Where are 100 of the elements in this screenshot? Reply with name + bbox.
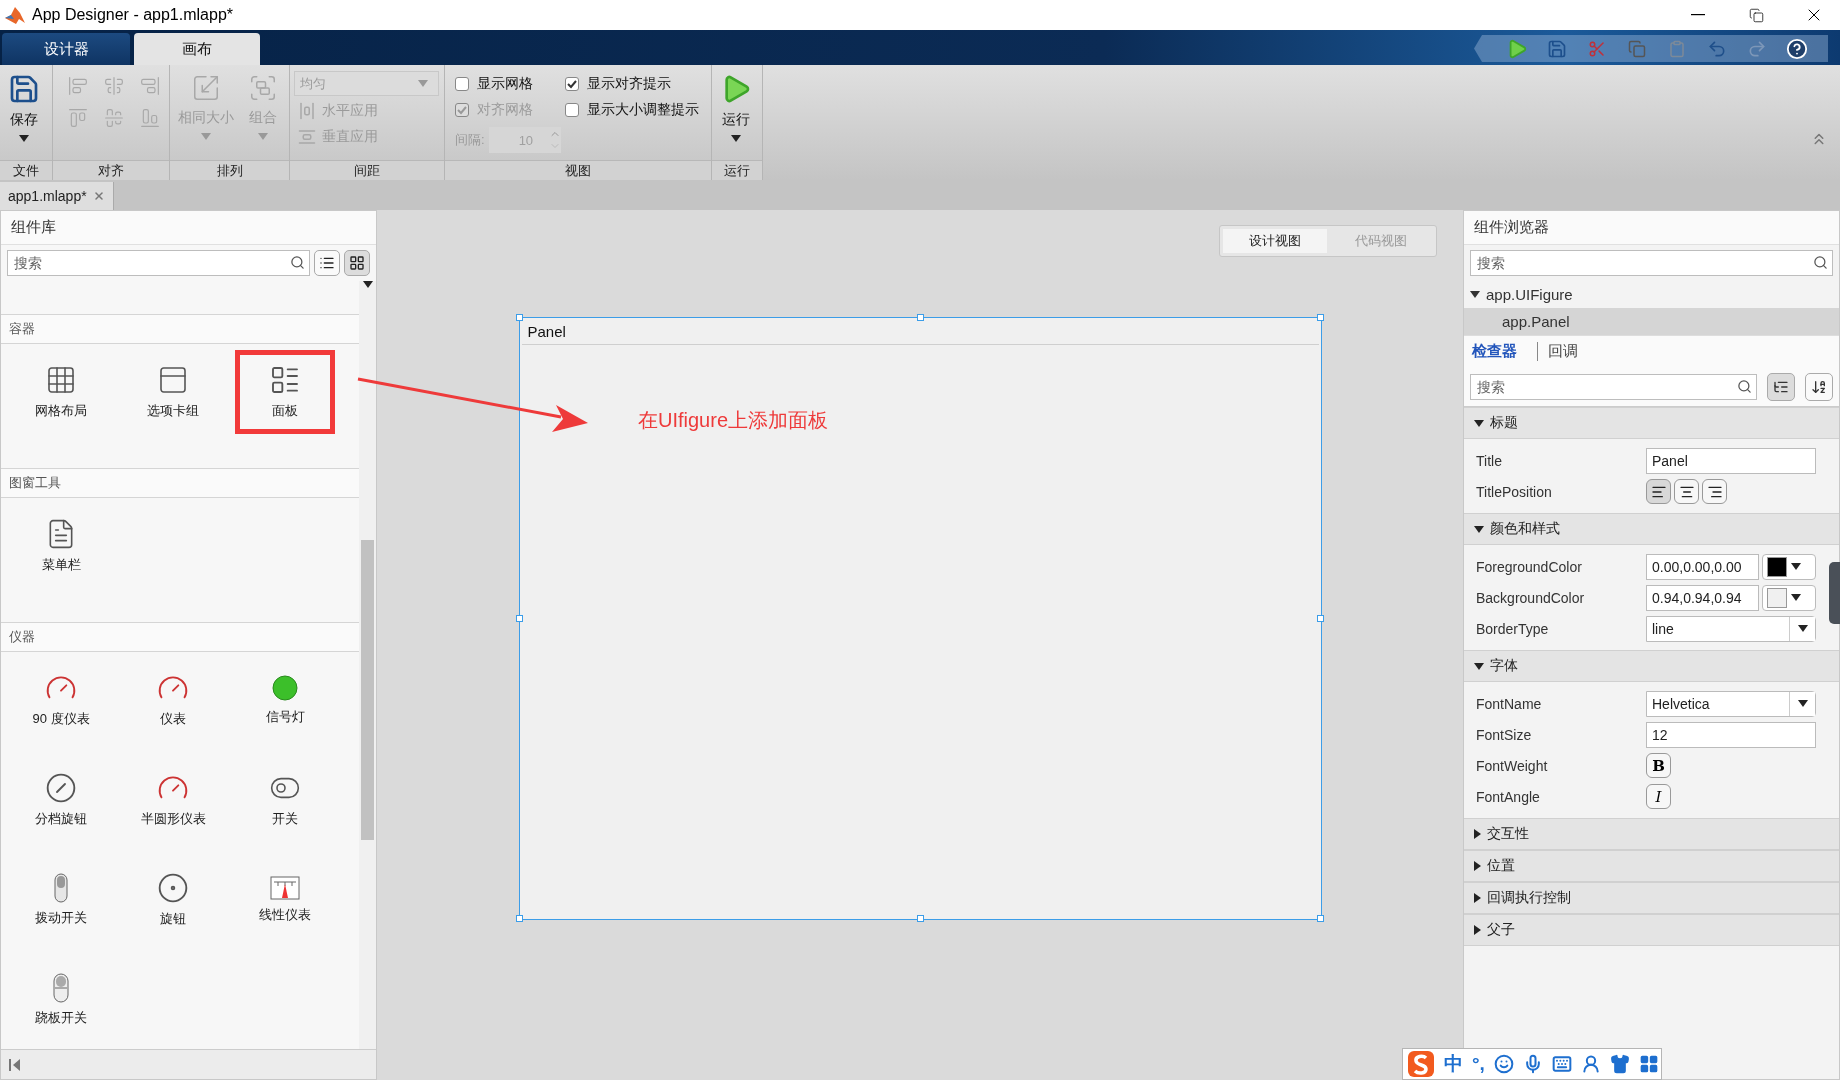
list-view-button[interactable]	[314, 250, 340, 276]
punctuation-mode[interactable]: °,	[1472, 1053, 1485, 1075]
component-item[interactable]: 90 度仪表	[11, 658, 111, 742]
checkbox[interactable]: 显示网格	[455, 75, 565, 93]
component-item[interactable]: 拨动开关	[11, 858, 111, 942]
text-field[interactable]: Panel	[1646, 447, 1816, 474]
resize-handle[interactable]	[1316, 615, 1324, 622]
collapse-icon[interactable]	[9, 1057, 21, 1072]
align-left-button[interactable]	[1646, 479, 1671, 504]
search-field[interactable]: 搜索	[1470, 250, 1833, 276]
text-field[interactable]: 0.00,0.00,0.00	[1646, 553, 1759, 580]
component-item[interactable]: 菜单栏	[11, 504, 111, 588]
tree-item[interactable]: app.Panel	[1464, 308, 1839, 335]
scrollbar[interactable]	[359, 281, 376, 1049]
run-button[interactable]: 运行	[716, 71, 756, 144]
vertical-spacing-icon	[298, 128, 316, 146]
section-header[interactable]: 字体	[1464, 650, 1839, 682]
group-label: 文件	[0, 160, 52, 180]
color-picker-button[interactable]	[1762, 584, 1816, 611]
component-item[interactable]: 旋钮	[123, 858, 223, 942]
group-view-button[interactable]	[1767, 372, 1795, 401]
inspector-tab[interactable]: 检查器	[1472, 342, 1527, 361]
view-toggle-button[interactable]: 设计视图	[1223, 229, 1327, 253]
align-right-icon	[140, 76, 160, 96]
group-label: 视图	[445, 160, 711, 180]
color-picker-button[interactable]	[1762, 553, 1816, 580]
section-header[interactable]: 标题	[1464, 407, 1839, 439]
resize-handle[interactable]	[515, 915, 523, 922]
caret-icon	[1474, 925, 1481, 935]
checkbox[interactable]: 显示对齐提示	[565, 75, 715, 93]
caret-icon	[1474, 662, 1484, 670]
align-center-icon	[104, 76, 124, 96]
component-item[interactable]: 选项卡组	[123, 350, 223, 434]
section-header[interactable]: 位置	[1464, 850, 1839, 882]
property-name: TitlePosition	[1476, 483, 1553, 500]
smiley-icon	[1493, 1054, 1514, 1074]
sort-button[interactable]	[1805, 372, 1833, 401]
italic-toggle[interactable]: I	[1646, 784, 1671, 809]
caret-icon	[1474, 893, 1481, 903]
resize-handle[interactable]	[1316, 314, 1324, 321]
ime-mode[interactable]: 中	[1444, 1051, 1463, 1077]
caret-icon	[1470, 291, 1480, 298]
bold-toggle[interactable]: B	[1646, 753, 1671, 778]
property-name: BorderType	[1476, 620, 1550, 637]
dropdown[interactable]: Helvetica	[1646, 690, 1816, 717]
group-label: 对齐	[53, 160, 169, 180]
side-handle[interactable]	[1829, 562, 1840, 624]
align-center-button[interactable]	[1674, 479, 1699, 504]
component-item[interactable]: 开关	[235, 758, 335, 842]
tree-item[interactable]: app.UIFigure	[1464, 281, 1839, 308]
resize-handle[interactable]	[515, 314, 523, 321]
group-icon	[248, 73, 278, 103]
component-item[interactable]: 面板	[235, 350, 335, 434]
component-item[interactable]: 半圆形仪表	[123, 758, 223, 842]
text-field[interactable]: 12	[1646, 721, 1816, 748]
search-field[interactable]: 搜索	[1470, 373, 1757, 400]
save-icon	[8, 73, 40, 105]
component-item[interactable]: 仪表	[123, 658, 223, 742]
resize-handle[interactable]	[515, 615, 523, 622]
property-name: FontAngle	[1476, 788, 1541, 805]
component-item[interactable]: 分档旋钮	[11, 758, 111, 842]
section-header[interactable]: 回调执行控制	[1464, 882, 1839, 914]
component-item[interactable]: 线性仪表	[235, 858, 335, 942]
resize-handle[interactable]	[916, 314, 924, 321]
align-right-button[interactable]	[1702, 479, 1727, 504]
resize-handle[interactable]	[916, 915, 924, 922]
document-tab[interactable]: app1.mlapp*	[0, 182, 114, 210]
property-name: ForegroundColor	[1476, 558, 1583, 575]
section-header[interactable]: 父子	[1464, 914, 1839, 946]
caret-icon	[1791, 594, 1801, 601]
property-name: FontName	[1476, 695, 1543, 712]
caret-icon	[1474, 525, 1484, 533]
resize-handle[interactable]	[1316, 915, 1324, 922]
component-item[interactable]: 跷板开关	[11, 958, 111, 1042]
dropdown[interactable]: line	[1646, 615, 1816, 642]
logo-icon	[4, 5, 26, 25]
group-label: 运行	[712, 160, 762, 180]
section-header[interactable]: 颜色和样式	[1464, 513, 1839, 545]
check-icon	[567, 79, 577, 89]
save-button[interactable]: 保存	[4, 71, 44, 144]
inspector-tab[interactable]: 回调	[1537, 342, 1588, 361]
resize-icon	[191, 73, 221, 103]
checkbox[interactable]: 显示大小调整提示	[565, 101, 715, 119]
grid-view-button[interactable]	[344, 250, 370, 276]
caret-icon	[19, 135, 29, 142]
ribbon-tab[interactable]: 画布	[134, 33, 260, 65]
section-header: 容器	[1, 314, 359, 344]
component-item[interactable]: 信号灯	[235, 658, 335, 742]
panel-icon	[269, 364, 301, 396]
ribbon-tab[interactable]: 设计器	[2, 33, 130, 65]
search-field[interactable]: 搜索	[7, 250, 310, 276]
section-header[interactable]: 交互性	[1464, 818, 1839, 850]
list-icon	[319, 255, 335, 271]
close-icon	[92, 190, 105, 202]
text-field[interactable]: 0.94,0.94,0.94	[1646, 584, 1759, 611]
toggle-switch-icon	[54, 873, 68, 903]
search-icon	[290, 255, 305, 270]
component-item[interactable]: 网格布局	[11, 350, 111, 434]
sort-icon	[1811, 378, 1827, 395]
caret-icon	[1474, 829, 1481, 839]
